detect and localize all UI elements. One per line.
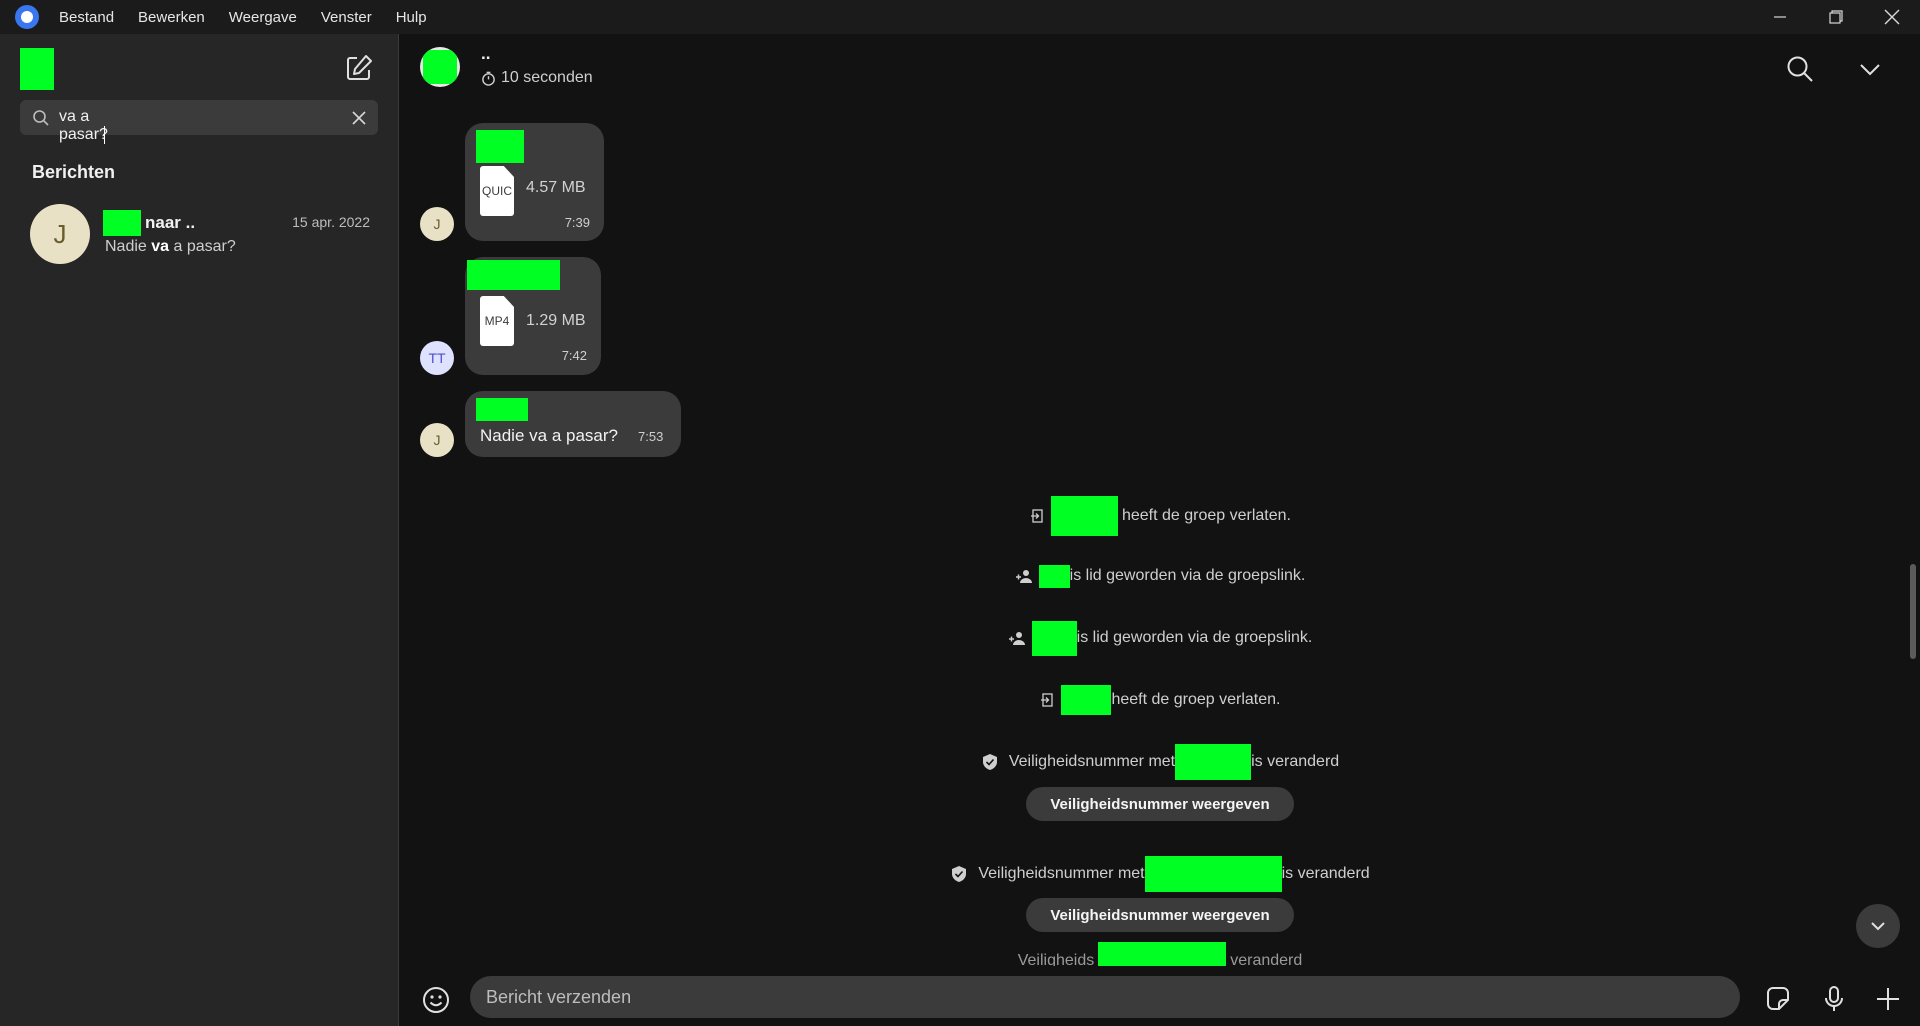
menu-hulp[interactable]: Hulp	[396, 9, 427, 26]
notice-text: Veiligheidsnummer met	[978, 865, 1145, 882]
avatar[interactable]: TT	[420, 341, 454, 375]
menu-bestand[interactable]: Bestand	[59, 9, 114, 26]
message-text: Nadie va a pasar?	[480, 426, 618, 445]
sticker-icon[interactable]	[1762, 983, 1794, 1015]
safety-number-notice-partial: Veiligheids veranderd	[400, 942, 1920, 966]
view-safety-number-button[interactable]: Veiligheidsnummer weergeven	[1026, 787, 1294, 821]
redacted-name	[1098, 942, 1227, 966]
add-person-icon	[1015, 570, 1032, 583]
message-time: 7:39	[564, 215, 590, 230]
conversation-header: .. 10 seconden	[400, 34, 1920, 104]
search-icon	[33, 110, 49, 126]
conversation-panel: .. 10 seconden J QUIC 4.57 MB 7:39 TT MP…	[400, 34, 1920, 1026]
timer-icon	[482, 71, 495, 86]
close-window-button[interactable]	[1864, 0, 1920, 34]
result-title-suffix: naar ..	[145, 213, 196, 232]
joined-notice: is lid geworden via de groepslink.	[400, 556, 1920, 596]
messages-section-title: Berichten	[32, 162, 116, 182]
redacted-name	[1061, 685, 1112, 715]
clear-search-icon[interactable]	[350, 109, 368, 127]
message-time: 7:53	[638, 429, 664, 444]
message-input[interactable]: Bericht verzenden	[470, 976, 1740, 1018]
search-input[interactable]: va a pasar?	[59, 108, 140, 144]
add-person-icon	[1008, 632, 1025, 645]
notice-text: heeft de groep verlaten.	[1111, 691, 1281, 708]
redacted-name	[1175, 744, 1252, 780]
scrollbar-thumb[interactable]	[1910, 564, 1916, 659]
conversation-title[interactable]: ..	[481, 44, 490, 64]
text-cursor	[103, 126, 105, 144]
file-message[interactable]: QUIC 4.57 MB 7:39	[465, 123, 604, 241]
search-icon[interactable]	[1785, 54, 1815, 84]
file-size: 4.57 MB	[526, 179, 586, 196]
file-size: 1.29 MB	[526, 312, 586, 329]
avatar[interactable]: J	[420, 423, 454, 457]
redacted-name	[103, 210, 141, 236]
search-result-item[interactable]: J naar .. 15 apr. 2022 Nadie va a pasar?	[20, 204, 380, 276]
redacted-name	[1031, 620, 1077, 656]
minimize-icon	[1774, 16, 1786, 18]
scroll-to-bottom-button[interactable]	[1856, 904, 1900, 948]
menu-bewerken[interactable]: Bewerken	[138, 9, 205, 26]
search-field[interactable]: va a pasar?	[20, 100, 378, 144]
chevron-down-icon	[1871, 922, 1885, 931]
result-title: naar ..	[103, 210, 195, 236]
notice-text-suffix: is veranderd	[1281, 865, 1370, 882]
restore-icon	[1829, 10, 1843, 24]
leave-icon	[1030, 509, 1043, 523]
microphone-icon[interactable]	[1818, 983, 1850, 1015]
shield-check-icon	[982, 754, 997, 770]
restore-button[interactable]	[1808, 0, 1864, 34]
menu-weergave[interactable]: Weergave	[229, 9, 297, 26]
compose-icon	[347, 55, 372, 80]
text-message[interactable]: Nadie va a pasar? 7:53	[465, 391, 681, 457]
minimize-button[interactable]	[1752, 0, 1808, 34]
redacted-sender	[476, 398, 528, 421]
safety-number-notice: Veiligheidsnummer met is veranderd	[400, 854, 1920, 894]
file-icon: QUIC	[480, 166, 514, 216]
group-left-notice: heeft de groep verlaten.	[400, 680, 1920, 720]
result-snippet: Nadie va a pasar?	[105, 238, 236, 255]
signal-app-icon	[15, 5, 39, 29]
view-safety-number-button[interactable]: Veiligheidsnummer weergeven	[1026, 898, 1294, 932]
leave-icon	[1041, 693, 1054, 707]
composer: Bericht verzenden	[400, 974, 1920, 1026]
notice-text: Veiligheidsnummer met	[1008, 753, 1176, 770]
notice-text-suffix: veranderd	[1230, 952, 1303, 966]
attachment-plus-icon[interactable]	[1872, 983, 1904, 1015]
redacted-sender	[476, 130, 524, 163]
disappearing-timer: 10 seconden	[481, 69, 593, 87]
timer-label: 10 seconden	[501, 69, 593, 86]
notice-text: is lid geworden via de groepslink.	[1069, 567, 1306, 584]
redacted-name	[1144, 856, 1282, 892]
result-date: 15 apr. 2022	[292, 214, 370, 230]
redacted-sender	[467, 260, 560, 290]
sidebar: va a pasar? Berichten J naar .. 15 apr. …	[0, 34, 399, 1026]
window-controls	[1752, 0, 1920, 34]
message-time: 7:42	[561, 348, 587, 363]
new-conversation-button[interactable]	[343, 52, 375, 84]
avatar: J	[30, 204, 90, 264]
profile-avatar[interactable]	[20, 48, 54, 90]
notice-text: is lid geworden via de groepslink.	[1076, 629, 1313, 646]
menu-bar: Bestand Bewerken Weergave Venster Hulp	[0, 0, 1920, 34]
joined-notice: is lid geworden via de groepslink.	[400, 618, 1920, 658]
redacted-avatar	[423, 50, 457, 84]
redacted-name	[1050, 496, 1118, 536]
chevron-down-icon[interactable]	[1855, 54, 1885, 84]
menu-venster[interactable]: Venster	[321, 9, 372, 26]
notice-text: heeft de groep verlaten.	[1121, 507, 1291, 524]
notice-text: Veiligheids	[1017, 952, 1095, 966]
redacted-name	[1038, 564, 1070, 588]
notice-text-suffix: is veranderd	[1251, 753, 1340, 770]
shield-check-icon	[952, 866, 967, 882]
safety-number-notice: Veiligheidsnummer met is veranderd	[400, 742, 1920, 782]
file-icon: MP4	[480, 296, 514, 346]
close-icon	[1884, 9, 1900, 25]
group-avatar[interactable]	[420, 47, 460, 87]
emoji-icon[interactable]	[420, 984, 452, 1016]
file-message[interactable]: MP4 1.29 MB 7:42	[465, 257, 601, 375]
group-left-notice: heeft de groep verlaten.	[400, 496, 1920, 536]
avatar[interactable]: J	[420, 207, 454, 241]
